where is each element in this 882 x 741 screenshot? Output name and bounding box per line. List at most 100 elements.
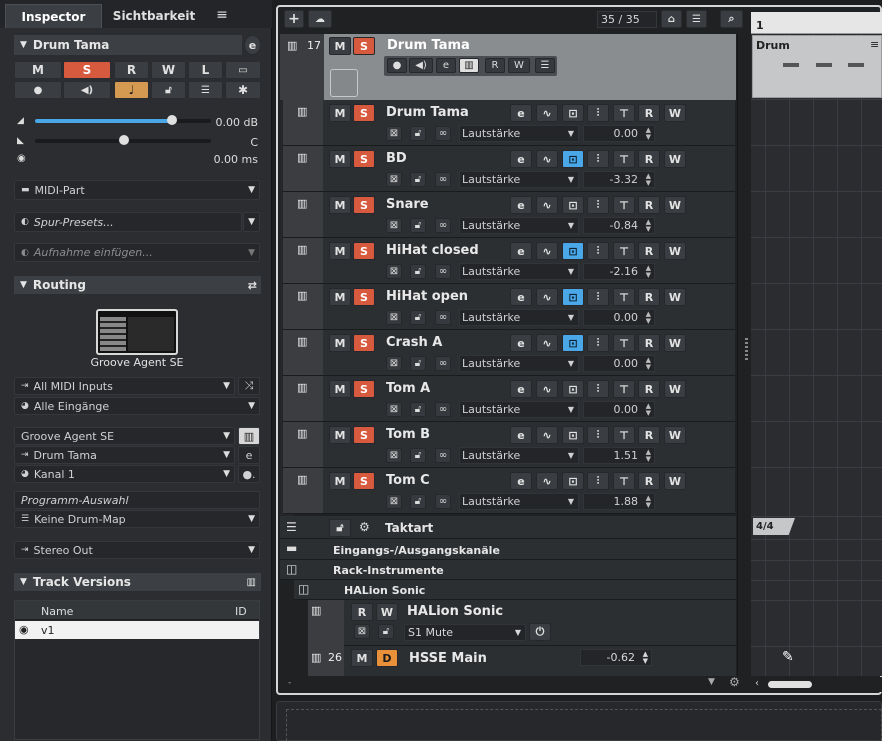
automation-lock-icon[interactable]: 🔓︎ <box>410 310 426 325</box>
freeze-icon[interactable]: ✱ <box>225 81 261 99</box>
track-solo-button[interactable]: S <box>353 104 375 122</box>
edit-instrument-icon[interactable]: e <box>244 35 261 55</box>
track-monitor-icon[interactable]: ⊡ <box>562 196 584 214</box>
automation-link-icon[interactable]: ∞ <box>435 448 451 463</box>
radio-selected-icon[interactable]: ◉ <box>19 623 29 636</box>
pan-slider[interactable] <box>35 135 211 145</box>
track-write-button[interactable]: W <box>664 104 686 122</box>
track-monitor-icon[interactable]: ⊡ <box>562 426 584 444</box>
track-edit-icon[interactable]: e <box>510 242 532 260</box>
routing-header[interactable]: ▼ Routing ⇄ <box>14 276 261 294</box>
folder-monitor-icon[interactable]: ◀) <box>409 58 433 73</box>
hamburger-icon[interactable]: ≡ <box>214 8 230 22</box>
record-enable-icon[interactable]: ● <box>14 81 62 99</box>
automation-lock-icon[interactable]: 🔓︎ <box>410 402 426 417</box>
track-read-button[interactable]: R <box>638 472 660 490</box>
track-insert-icon[interactable]: ⊤ <box>613 196 635 214</box>
track-edit-icon[interactable]: e <box>510 472 532 490</box>
halion-param-dropdown[interactable]: S1 Mute ▼ <box>404 624 526 641</box>
automation-link-icon[interactable]: ∞ <box>435 264 451 279</box>
track-insert-icon[interactable]: ⊤ <box>613 150 635 168</box>
channel-dropdown[interactable]: ◕ Kanal 1 ▼ <box>14 465 235 483</box>
event-display[interactable] <box>751 34 882 676</box>
track-insert-icon[interactable]: ⊤ <box>613 426 635 444</box>
taktart-settings-icon[interactable]: ⚙ <box>359 520 370 534</box>
track-solo-button[interactable]: S <box>353 380 375 398</box>
add-track-options-icon[interactable]: ☁ <box>308 10 332 28</box>
scroll-thumb[interactable] <box>768 681 812 688</box>
list-icon[interactable]: ☰ <box>188 81 223 99</box>
track-waveform-icon[interactable]: ∿ <box>536 288 558 306</box>
track-read-button[interactable]: R <box>638 196 660 214</box>
instrument-edit-button[interactable]: ▥ <box>238 427 260 445</box>
track-list-divider[interactable] <box>737 34 751 676</box>
automation-lock-icon[interactable]: 🔓︎ <box>410 264 426 279</box>
track-monitor-icon[interactable]: ⊡ <box>562 334 584 352</box>
scroll-left-icon[interactable]: ‹ <box>755 678 759 689</box>
track-eq-icon[interactable]: ⫶ <box>587 288 609 306</box>
track-insert-icon[interactable]: ⊤ <box>613 242 635 260</box>
folder-color-swatch[interactable] <box>330 69 358 97</box>
track-eq-icon[interactable]: ⫶ <box>587 334 609 352</box>
automation-param-dropdown[interactable]: Lautstärke ▼ <box>459 171 579 188</box>
automation-lock-icon[interactable]: 🔓︎ <box>410 218 426 233</box>
tv-col-id[interactable]: ID <box>235 605 247 618</box>
automation-close-icon[interactable]: ⊠ <box>386 264 402 279</box>
instrument-track[interactable]: ▥ M S HiHat open e ∿ ⊡ ⫶ ⊤ R W ⊠ 🔓︎ ∞ Lautstärke ▼ 0.00 ▲… <box>283 284 735 330</box>
track-insert-icon[interactable]: ⊤ <box>613 288 635 306</box>
track-write-button[interactable]: W <box>664 334 686 352</box>
track-insert-icon[interactable]: ⊤ <box>613 104 635 122</box>
track-waveform-icon[interactable]: ∿ <box>536 104 558 122</box>
halion-power-icon[interactable]: ⏻ <box>529 623 551 641</box>
automation-lock-icon[interactable]: 🔓︎ <box>410 126 426 141</box>
halion-write-button[interactable]: W <box>376 603 398 621</box>
shuffle-button[interactable]: ⤨ <box>238 377 260 395</box>
track-monitor-icon[interactable]: ⊡ <box>562 242 584 260</box>
track-waveform-icon[interactable]: ∿ <box>536 196 558 214</box>
automation-param-dropdown[interactable]: Lautstärke ▼ <box>459 125 579 142</box>
spur-presets-caret[interactable]: ▼ <box>243 212 260 232</box>
track-read-button[interactable]: R <box>638 242 660 260</box>
track-write-button[interactable]: W <box>664 380 686 398</box>
automation-close-icon[interactable]: ⊠ <box>386 494 402 509</box>
hsse-d-button[interactable]: D <box>376 649 398 667</box>
track-write-button[interactable]: W <box>664 242 686 260</box>
automation-close-icon[interactable]: ⊠ <box>386 448 402 463</box>
volume-value[interactable]: 0.00 dB <box>212 116 258 129</box>
track-read-button[interactable]: R <box>638 334 660 352</box>
folder-read-button[interactable]: R <box>485 58 505 73</box>
instrument-track[interactable]: ▥ M S HiHat closed e ∿ ⊡ ⫶ ⊤ R W ⊠ 🔓︎ ∞ Lautstärke ▼ -2.… <box>283 238 735 284</box>
automation-close-icon[interactable]: ⊠ <box>386 172 402 187</box>
pan-value[interactable]: C <box>212 136 258 149</box>
automation-lock-icon[interactable]: 🔓︎ <box>410 356 426 371</box>
automation-value[interactable]: 1.51 ▲ ▼ <box>583 447 655 464</box>
track-edit-icon[interactable]: e <box>510 426 532 444</box>
track-edit-icon[interactable]: e <box>510 104 532 122</box>
search-icon[interactable]: ⌕ <box>720 10 743 28</box>
track-insert-icon[interactable]: ⊤ <box>613 334 635 352</box>
volume-slider[interactable] <box>35 115 211 125</box>
inspector-track-header[interactable]: ▼ Drum Tama <box>14 35 242 55</box>
track-monitor-icon[interactable]: ⊡ <box>562 104 584 122</box>
halion-close-icon[interactable]: ⊠ <box>354 624 370 639</box>
instrument-track[interactable]: ▥ M S Snare e ∿ ⊡ ⫶ ⊤ R W ⊠ 🔓︎ ∞ Lautstärke ▼ -0.84 ▲ ▼ <box>283 192 735 238</box>
automation-param-dropdown[interactable]: Lautstärke ▼ <box>459 447 579 464</box>
track-waveform-icon[interactable]: ∿ <box>536 150 558 168</box>
folder-mute-button[interactable]: M <box>329 37 351 55</box>
automation-link-icon[interactable]: ∞ <box>435 494 451 509</box>
home-icon[interactable]: ⌂ <box>661 10 682 28</box>
track-write-button[interactable]: W <box>664 472 686 490</box>
track-edit-icon[interactable]: e <box>510 196 532 214</box>
track-write-button[interactable]: W <box>664 426 686 444</box>
spur-presets-dropdown[interactable]: ◐ Spur-Presets... <box>14 212 242 232</box>
footer-settings-icon[interactable]: ⚙ <box>729 675 740 689</box>
midi-input-dropdown[interactable]: ⇥ All MIDI Inputs ▼ <box>14 377 235 395</box>
automation-link-icon[interactable]: ∞ <box>435 172 451 187</box>
automation-value[interactable]: 0.00 ▲ ▼ <box>583 355 655 372</box>
automation-param-dropdown[interactable]: Lautstärke ▼ <box>459 401 579 418</box>
track-eq-icon[interactable]: ⫶ <box>587 472 609 490</box>
track-write-button[interactable]: W <box>664 288 686 306</box>
track-mute-button[interactable]: M <box>329 380 351 398</box>
track-solo-button[interactable]: S <box>353 426 375 444</box>
automation-link-icon[interactable]: ∞ <box>435 356 451 371</box>
